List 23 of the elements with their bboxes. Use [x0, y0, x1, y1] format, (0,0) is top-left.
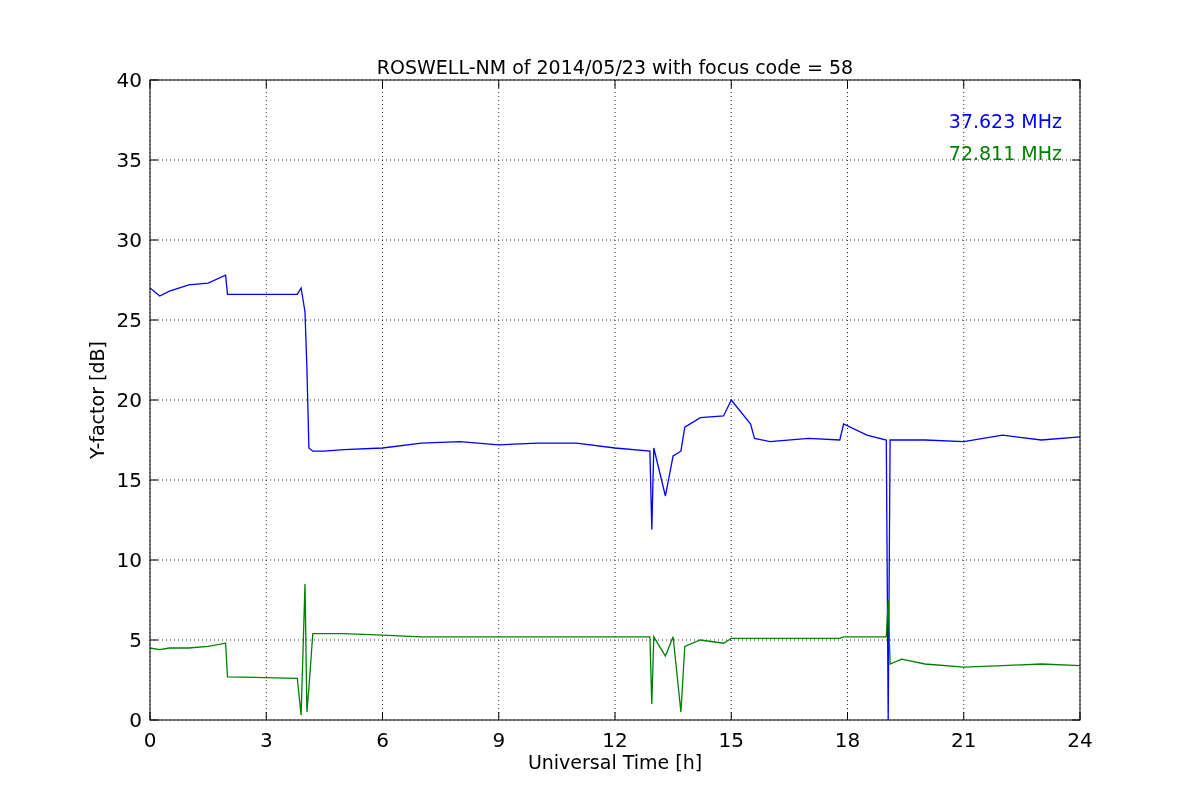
tick-label: 30: [116, 228, 142, 252]
legend-entry: 37.623 MHz: [948, 110, 1062, 132]
tick-label: 21: [951, 728, 977, 752]
tick-label: 35: [116, 148, 142, 172]
tick-label: 18: [834, 728, 861, 752]
axis-label: Y-factor [dB]: [86, 341, 108, 459]
legend-entry: 72.811 MHz: [948, 142, 1062, 164]
tick-label: 12: [602, 728, 628, 752]
tick-label: 10: [116, 548, 142, 572]
tick-label: 5: [129, 628, 142, 652]
tick-label: 3: [259, 728, 273, 752]
tick-label: 9: [492, 728, 506, 752]
chart-title: ROSWELL-NM of 2014/05/23 with focus code = 58: [376, 56, 854, 78]
tick-label: 15: [116, 468, 142, 492]
tick-label: 20: [116, 388, 142, 412]
axis-label: Universal Time [h]: [527, 751, 703, 773]
tick-label: 6: [376, 728, 389, 752]
tick-label: 15: [718, 728, 744, 752]
tick-label: 24: [1067, 728, 1093, 752]
tick-label: 0: [143, 728, 157, 752]
tick-label: 0: [129, 708, 142, 732]
tick-label: 25: [116, 308, 142, 332]
tick-label: 40: [116, 68, 142, 92]
